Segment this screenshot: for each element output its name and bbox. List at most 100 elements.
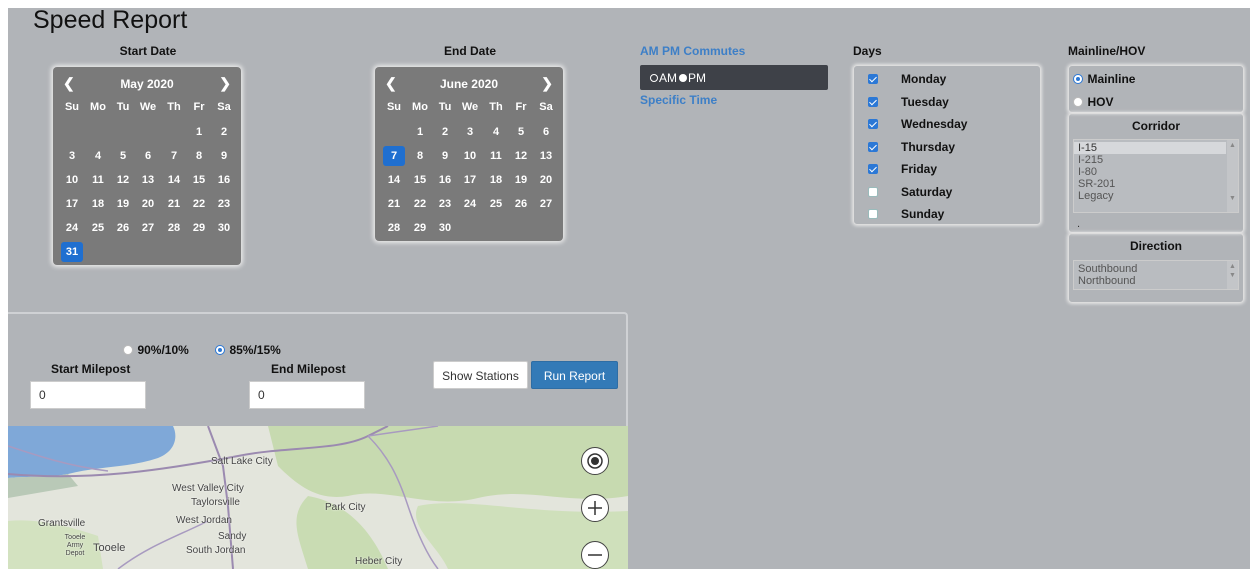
list-option[interactable]: Northbound [1074,275,1226,287]
calendar-day[interactable]: 29 [188,218,210,238]
percentile-90-radio[interactable] [123,345,133,355]
calendar-day[interactable]: 14 [383,170,405,190]
calendar-day[interactable]: 20 [137,194,159,214]
hov-option[interactable]: HOV [1073,93,1113,111]
list-option[interactable]: I-215 [1074,154,1226,166]
corridor-scrollbar[interactable]: ▲ ▼ [1227,140,1238,212]
corridor-select[interactable]: I-15 I-215 I-80 SR-201 Legacy ▲ ▼ [1073,139,1239,213]
calendar-day[interactable]: 19 [112,194,134,214]
percentile-85-option[interactable]: 85%/15% [215,341,281,359]
calendar-day[interactable]: 28 [383,218,405,238]
calendar-day[interactable]: 18 [87,194,109,214]
am-radio[interactable] [650,73,658,82]
calendar-day[interactable]: 5 [112,146,134,166]
calendar-day[interactable]: 21 [383,194,405,214]
end-milepost-input[interactable]: 0 [249,381,365,409]
calendar-day[interactable]: 11 [87,170,109,190]
list-option[interactable]: Southbound [1074,263,1226,275]
calendar-day[interactable]: 6 [535,122,557,142]
calendar-day[interactable]: 3 [459,122,481,142]
day-checkbox[interactable] [868,164,878,174]
direction-select[interactable]: Southbound Northbound ▲ ▼ [1073,260,1239,290]
day-checkbox[interactable] [868,141,878,152]
calendar-day[interactable]: 15 [409,170,431,190]
calendar-day[interactable]: 1 [188,122,210,142]
day-checkbox[interactable] [868,96,878,107]
start-date-calendar[interactable]: ❮ May 2020 ❯ Su Mo Tu We Th Fr Sa 1 2 3 4 5 6 7 8 9 10 11… [53,67,241,265]
end-date-calendar[interactable]: ❮ June 2020 ❯ Su Mo Tu We Th Fr Sa 1 2 3 4 5 6 7 8 9 10 1… [375,67,563,241]
calendar-day[interactable]: 15 [188,170,210,190]
calendar-day[interactable]: 10 [61,170,83,190]
calendar-day[interactable]: 1 [409,122,431,142]
calendar-day[interactable]: 22 [409,194,431,214]
calendar-day[interactable]: 16 [434,170,456,190]
calendar-day[interactable]: 10 [459,146,481,166]
hov-radio[interactable] [1073,97,1083,107]
start-milepost-input[interactable]: 0 [30,381,146,409]
list-option[interactable]: Legacy [1074,190,1226,202]
calendar-day[interactable]: 19 [510,170,532,190]
calendar-day[interactable]: 7 [383,146,405,166]
calendar-day[interactable]: 4 [87,146,109,166]
calendar-day[interactable]: 30 [213,218,235,238]
am-pm-commutes-link[interactable]: AM PM Commutes [640,44,745,58]
mainline-option[interactable]: Mainline [1073,70,1135,88]
direction-scrollbar[interactable]: ▲ ▼ [1227,261,1238,289]
calendar-day[interactable]: 17 [61,194,83,214]
percentile-85-radio[interactable] [215,345,225,355]
calendar-day[interactable]: 27 [137,218,159,238]
list-option[interactable]: SR-201 [1074,178,1226,190]
day-checkbox[interactable] [868,186,878,197]
calendar-day[interactable]: 17 [459,170,481,190]
specific-time-link[interactable]: Specific Time [640,93,717,107]
calendar-day[interactable]: 20 [535,170,557,190]
list-option[interactable]: I-80 [1074,166,1226,178]
calendar-day[interactable]: 25 [485,194,507,214]
calendar-day[interactable]: 12 [112,170,134,190]
show-stations-button[interactable]: Show Stations [433,361,528,389]
day-checkbox[interactable] [868,74,878,84]
calendar-day[interactable]: 14 [163,170,185,190]
calendar-day[interactable]: 12 [510,146,532,166]
calendar-day[interactable]: 8 [188,146,210,166]
next-month-icon[interactable]: ❯ [219,75,231,92]
calendar-day[interactable]: 26 [510,194,532,214]
calendar-day[interactable]: 9 [213,146,235,166]
calendar-day[interactable]: 28 [163,218,185,238]
calendar-day[interactable]: 8 [409,146,431,166]
calendar-day[interactable]: 29 [409,218,431,238]
calendar-day[interactable]: 25 [87,218,109,238]
calendar-day[interactable]: 22 [188,194,210,214]
map[interactable]: Salt Lake City West Valley City Taylorsv… [8,426,628,569]
calendar-day[interactable]: 21 [163,194,185,214]
calendar-day[interactable]: 7 [163,146,185,166]
calendar-day[interactable]: 24 [459,194,481,214]
run-report-button[interactable]: Run Report [531,361,618,389]
pm-radio[interactable] [679,73,687,82]
am-pm-toggle[interactable]: AM PM [640,65,828,90]
calendar-day[interactable]: 11 [485,146,507,166]
calendar-day[interactable]: 9 [434,146,456,166]
calendar-day[interactable]: 23 [213,194,235,214]
calendar-day[interactable]: 27 [535,194,557,214]
calendar-day[interactable]: 4 [485,122,507,142]
locate-icon[interactable] [581,447,609,475]
next-month-icon[interactable]: ❯ [541,75,553,92]
mainline-radio[interactable] [1073,74,1083,84]
day-checkbox[interactable] [868,119,878,129]
calendar-day[interactable]: 30 [434,218,456,238]
calendar-day[interactable]: 13 [137,170,159,190]
day-checkbox[interactable] [868,209,878,219]
calendar-day[interactable]: 24 [61,218,83,238]
calendar-day[interactable]: 3 [61,146,83,166]
calendar-day[interactable]: 13 [535,146,557,166]
zoom-out-icon[interactable] [581,541,609,569]
list-option[interactable]: I-15 [1074,142,1226,154]
calendar-day[interactable]: 6 [137,146,159,166]
calendar-day[interactable]: 16 [213,170,235,190]
calendar-day[interactable]: 5 [510,122,532,142]
percentile-90-option[interactable]: 90%/10% [123,341,189,359]
calendar-day[interactable]: 23 [434,194,456,214]
calendar-day[interactable]: 2 [213,122,235,142]
calendar-day[interactable]: 31 [61,242,83,262]
